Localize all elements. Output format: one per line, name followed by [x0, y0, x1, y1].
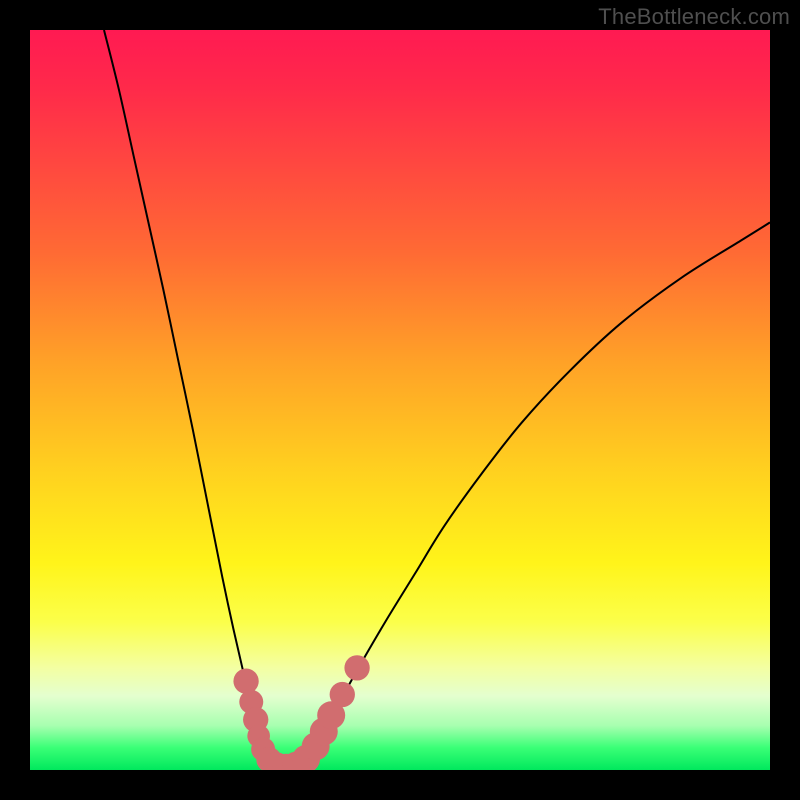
highlight-dot: [344, 655, 369, 680]
right-curve: [282, 222, 770, 770]
highlight-dots: [233, 655, 369, 770]
highlight-dot: [233, 669, 258, 694]
left-curve: [104, 30, 282, 770]
highlight-dot: [330, 682, 355, 707]
chart-svg: [30, 30, 770, 770]
plot-area: [30, 30, 770, 770]
chart-frame: TheBottleneck.com: [0, 0, 800, 800]
watermark-text: TheBottleneck.com: [598, 4, 790, 30]
